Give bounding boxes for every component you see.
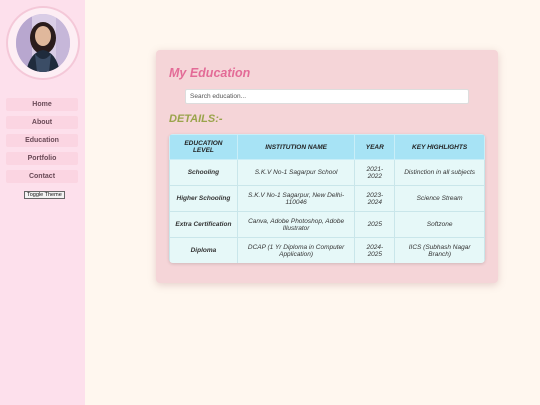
cell-highlights: Distinction in all subjects [394, 159, 485, 186]
toggle-theme-button[interactable]: Toggle Theme [24, 191, 65, 199]
cell-year: 2024-2025 [354, 237, 396, 263]
column-header-level: EDUCATION LEVEL [169, 134, 238, 160]
nav-education[interactable]: Education [6, 134, 78, 147]
column-header-highlights: KEY HIGHLIGHTS [394, 134, 485, 160]
profile-avatar [16, 14, 70, 72]
education-table: EDUCATION LEVEL INSTITUTION NAME YEAR KE… [169, 134, 485, 263]
main-nav: Home About Education Portfolio Contact [6, 98, 78, 188]
cell-highlights: Science Stream [394, 185, 485, 212]
details-heading: DETAILS:- [169, 113, 223, 125]
nav-portfolio[interactable]: Portfolio [6, 152, 78, 165]
cell-institution: S.K.V No-1 Sagarpur School [236, 159, 356, 186]
cell-year: 2023-2024 [354, 185, 396, 212]
cell-institution: S.K.V No-1 Sagarpur, New Delhi-110046 [236, 185, 356, 212]
cell-highlights: Softzone [394, 211, 485, 238]
cell-institution: DCAP (1 Yr Diploma in Computer Applicati… [236, 237, 356, 263]
cell-level: Higher Schooling [169, 185, 238, 212]
page-title: My Education [169, 66, 251, 80]
column-header-institution: INSTITUTION NAME [236, 134, 356, 160]
column-header-year: YEAR [354, 134, 396, 160]
table-row: Extra Certification Canva, Adobe Photosh… [169, 211, 485, 238]
table-row: Diploma DCAP (1 Yr Diploma in Computer A… [169, 237, 485, 263]
table-header-row: EDUCATION LEVEL INSTITUTION NAME YEAR KE… [169, 134, 485, 160]
nav-about[interactable]: About [6, 116, 78, 129]
table-row: Schooling S.K.V No-1 Sagarpur School 202… [169, 159, 485, 186]
avatar-frame [8, 8, 78, 78]
cell-level: Diploma [169, 237, 238, 263]
table-row: Higher Schooling S.K.V No-1 Sagarpur, Ne… [169, 185, 485, 212]
cell-level: Schooling [169, 159, 238, 186]
nav-contact[interactable]: Contact [6, 170, 78, 183]
cell-year: 2025 [354, 211, 396, 238]
education-card: My Education DETAILS:- EDUCATION LEVEL I… [156, 50, 498, 283]
cell-highlights: IICS (Subhash Nagar Branch) [394, 237, 485, 263]
sidebar: Home About Education Portfolio Contact T… [0, 0, 85, 405]
cell-level: Extra Certification [169, 211, 238, 238]
search-input[interactable] [185, 89, 469, 104]
cell-institution: Canva, Adobe Photoshop, Adobe Illustrato… [236, 211, 356, 238]
nav-home[interactable]: Home [6, 98, 78, 111]
cell-year: 2021-2022 [354, 159, 396, 186]
